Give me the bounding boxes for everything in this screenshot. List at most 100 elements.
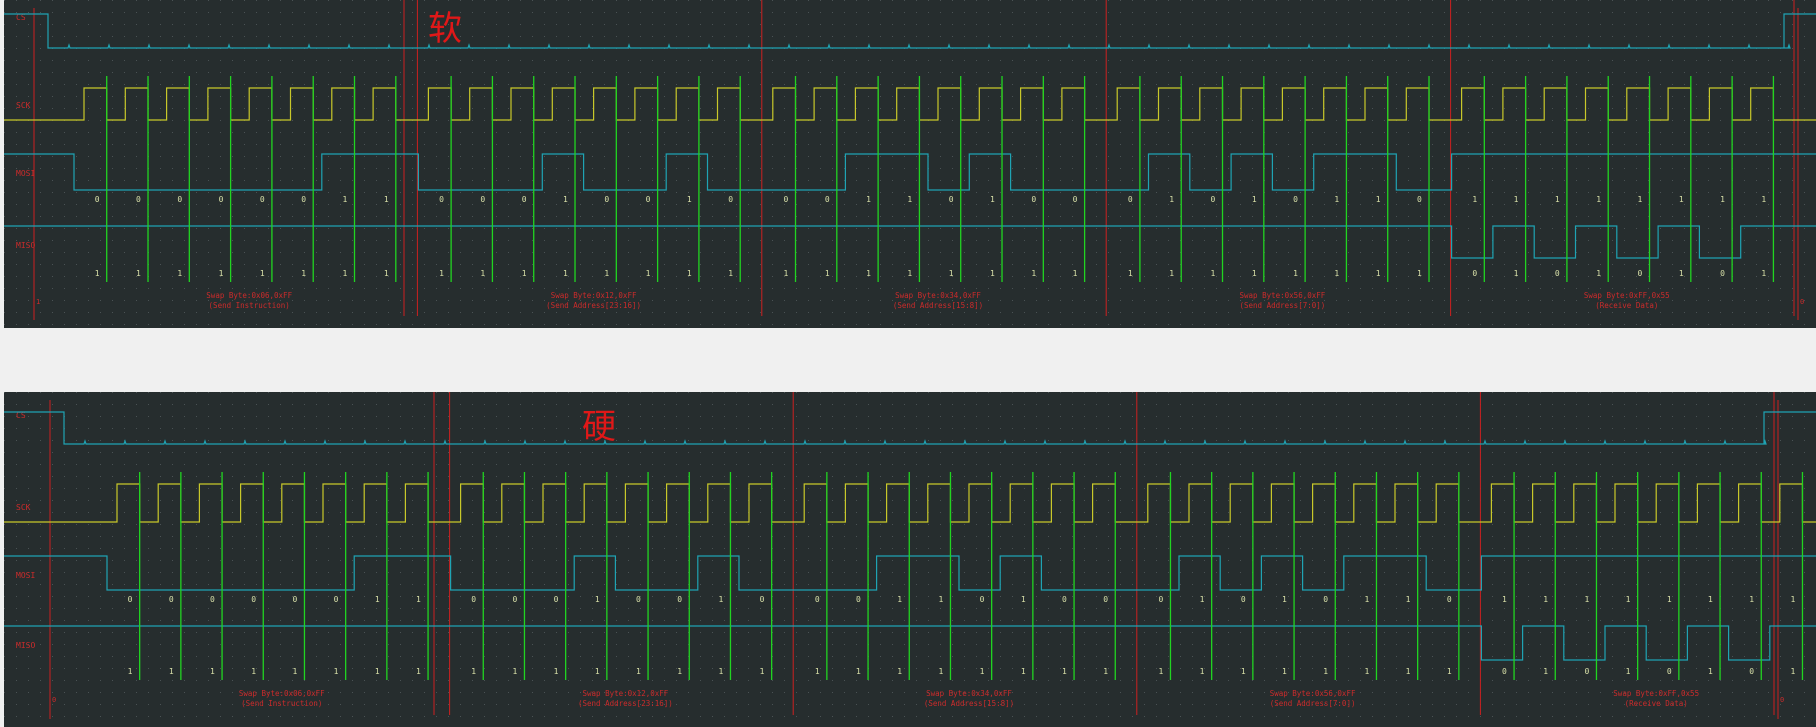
mosi-bit-value: 1 (1596, 195, 1601, 204)
byte-annotation-subtitle: (Send Address[15:8]) (893, 301, 983, 310)
byte-annotation: Swap Byte:0xFF,0x55 (1613, 689, 1699, 698)
miso-bit-value: 1 (512, 667, 517, 676)
frame-start-marker: 0 (52, 696, 56, 704)
miso-bit-value: 1 (128, 667, 133, 676)
mosi-bit-value: 1 (1555, 195, 1560, 204)
mosi-bit-value: 1 (1638, 195, 1643, 204)
mosi-bit-value: 1 (1169, 195, 1174, 204)
miso-bit-value: 1 (815, 667, 820, 676)
miso-bit-value: 1 (1790, 667, 1795, 676)
miso-bit-value: 1 (480, 269, 485, 278)
grid-dots (4, 0, 1816, 328)
byte-annotation-subtitle: (Send Instruction) (209, 301, 290, 310)
miso-bit-value: 0 (1584, 667, 1589, 676)
miso-bit-value: 1 (760, 667, 765, 676)
miso-bit-value: 1 (784, 269, 789, 278)
mosi-bit-value: 0 (251, 595, 256, 604)
capture-panel-software[interactable]: CS SCK MOSI MISO 0 1 0 1 0 1 0 1 0 1 0 1 1 1 1 1 Swap Byte:0… (4, 0, 1816, 328)
miso-bit-value: 1 (866, 269, 871, 278)
mosi-bit-value: 1 (1626, 595, 1631, 604)
byte-annotation: Swap Byte:0x12,0xFF (583, 689, 669, 698)
byte-annotation: Swap Byte:0x34,0xFF (895, 291, 981, 300)
mosi-bit-value: 0 (1128, 195, 1133, 204)
mosi-bit-value: 0 (1103, 595, 1108, 604)
waveform-canvas[interactable]: CSSCKMOSIMISO0101010101011111Swap Byte:0… (4, 0, 1816, 328)
mosi-bit-value: 0 (1031, 195, 1036, 204)
miso-bit-value: 1 (1364, 667, 1369, 676)
mosi-bit-value: 0 (95, 195, 100, 204)
miso-bit-value: 1 (1596, 269, 1601, 278)
channel-label-miso: MISO (16, 641, 35, 650)
mosi-bit-value: 1 (1584, 595, 1589, 604)
frame-start-marker: 1 (36, 298, 40, 306)
miso-bit-value: 1 (1128, 269, 1133, 278)
byte-annotation-subtitle: (Receive Data) (1625, 699, 1688, 708)
miso-bit-value: 1 (604, 269, 609, 278)
miso-bit-value: 1 (1626, 667, 1631, 676)
mosi-bit-value: 1 (1200, 595, 1205, 604)
mosi-bit-value: 0 (219, 195, 224, 204)
miso-bit-value: 1 (334, 667, 339, 676)
capture-title: 软 (428, 9, 462, 49)
mosi-bit-value: 1 (1406, 595, 1411, 604)
mosi-bit-value: 0 (728, 195, 733, 204)
mosi-bit-value: 1 (1021, 595, 1026, 604)
mosi-bit-value: 0 (480, 195, 485, 204)
mosi-bit-value: 1 (384, 195, 389, 204)
miso-bit-value: 1 (1543, 667, 1548, 676)
miso-bit-value: 1 (1062, 667, 1067, 676)
mosi-bit-value: 0 (334, 595, 339, 604)
miso-bit-value: 0 (1502, 667, 1507, 676)
mosi-bit-value: 1 (1667, 595, 1672, 604)
mosi-bit-value: 1 (718, 595, 723, 604)
miso-bit-value: 1 (677, 667, 682, 676)
mosi-bit-value: 1 (687, 195, 692, 204)
mosi-bit-value: 0 (292, 595, 297, 604)
miso-bit-value: 1 (687, 269, 692, 278)
byte-annotation-subtitle: (Send Instruction) (241, 699, 322, 708)
mosi-bit-value: 1 (1543, 595, 1548, 604)
miso-bit-value: 1 (1323, 667, 1328, 676)
mosi-bit-value: 0 (1073, 195, 1078, 204)
mosi-bit-value: 0 (136, 195, 141, 204)
miso-bit-value: 1 (210, 667, 215, 676)
miso-bit-value: 1 (1514, 269, 1519, 278)
mosi-bit-value: 1 (866, 195, 871, 204)
mosi-bit-value: 0 (260, 195, 265, 204)
miso-bit-value: 0 (1555, 269, 1560, 278)
miso-bit-value: 1 (1031, 269, 1036, 278)
miso-bit-value: 1 (1679, 269, 1684, 278)
mosi-bit-value: 0 (1211, 195, 1216, 204)
waveform-canvas[interactable]: CSSCKMOSIMISO0101010101011111Swap Byte:0… (4, 392, 1816, 727)
capture-panel-hardware[interactable]: CS SCK MOSI MISO 0 1 0 1 0 1 0 1 0 1 0 1 1 1 1 1 Swap Byte:0… (4, 392, 1816, 727)
miso-bit-value: 1 (1169, 269, 1174, 278)
mosi-bit-value: 1 (1708, 595, 1713, 604)
miso-bit-value: 1 (595, 667, 600, 676)
miso-bit-value: 1 (292, 667, 297, 676)
mosi-bit-value: 0 (439, 195, 444, 204)
miso-bit-value: 0 (1472, 269, 1477, 278)
byte-annotation-subtitle: (Send Address[23:16]) (546, 301, 641, 310)
mosi-bit-value: 1 (1679, 195, 1684, 204)
byte-annotation: Swap Byte:0x56,0xFF (1240, 291, 1326, 300)
channel-label-sck: SCK (16, 101, 31, 110)
mosi-bit-value: 0 (210, 595, 215, 604)
channel-label-sck: SCK (16, 503, 31, 512)
mosi-bit-value: 1 (897, 595, 902, 604)
mosi-bit-value: 1 (343, 195, 348, 204)
byte-annotation: Swap Byte:0x34,0xFF (926, 689, 1012, 698)
miso-bit-value: 1 (1073, 269, 1078, 278)
miso-bit-value: 1 (897, 667, 902, 676)
miso-bit-value: 1 (1021, 667, 1026, 676)
mosi-bit-value: 0 (1447, 595, 1452, 604)
miso-bit-value: 1 (416, 667, 421, 676)
miso-bit-value: 1 (636, 667, 641, 676)
miso-bit-value: 1 (136, 269, 141, 278)
mosi-bit-value: 0 (512, 595, 517, 604)
miso-bit-value: 1 (1406, 667, 1411, 676)
mosi-bit-value: 0 (177, 195, 182, 204)
miso-bit-value: 1 (728, 269, 733, 278)
mosi-bit-value: 1 (1282, 595, 1287, 604)
mosi-bit-value: 1 (375, 595, 380, 604)
miso-bit-value: 1 (563, 269, 568, 278)
